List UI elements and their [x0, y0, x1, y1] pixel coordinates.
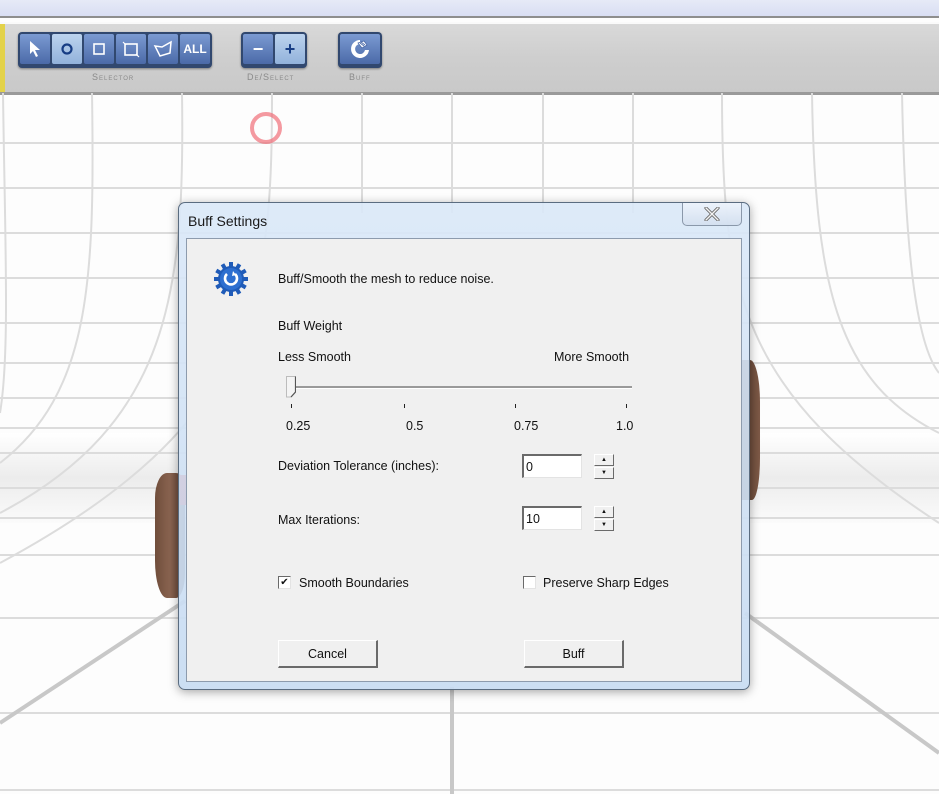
tick-label: 0.5	[406, 419, 424, 433]
spin-down-button[interactable]: ▼	[594, 467, 614, 479]
square-select-button[interactable]	[84, 34, 114, 64]
toolbar-accent	[0, 24, 5, 92]
checkmark-icon: ✔	[280, 576, 289, 588]
preserve-sharp-edges-checkbox[interactable]	[523, 576, 536, 589]
buff-settings-dialog: Buff Settings Buff/Smooth the mesh to re…	[178, 202, 750, 690]
rectangle-select-icon	[122, 41, 140, 58]
selector-group-label: Selector	[92, 72, 135, 82]
slider-tick	[515, 404, 516, 408]
select-all-label: ALL	[183, 42, 207, 56]
brush-cursor	[250, 112, 282, 144]
deselect-group: − +	[241, 32, 307, 68]
slider-tick	[626, 404, 627, 408]
deselect-group-label: De/Select	[247, 72, 295, 82]
circle-select-icon	[61, 43, 73, 55]
preserve-sharp-edges-label[interactable]: Preserve Sharp Edges	[543, 576, 669, 590]
spin-down-button[interactable]: ▼	[594, 519, 614, 531]
dialog-description: Buff/Smooth the mesh to reduce noise.	[278, 272, 494, 286]
deviation-tolerance-label: Deviation Tolerance (inches):	[278, 459, 439, 473]
tick-label: 0.25	[286, 419, 311, 433]
slider-tick	[291, 404, 292, 408]
spin-up-button[interactable]: ▲	[594, 454, 614, 466]
slider-tick	[404, 404, 405, 408]
dialog-title: Buff Settings	[188, 213, 268, 229]
smooth-boundaries-label[interactable]: Smooth Boundaries	[299, 576, 409, 590]
cancel-button[interactable]: Cancel	[278, 640, 378, 668]
dialog-client-area: Buff/Smooth the mesh to reduce noise. Bu…	[186, 238, 742, 682]
plus-icon: +	[284, 38, 296, 59]
window-title-strip	[0, 0, 939, 18]
buff-group-label: Buff	[349, 72, 371, 82]
max-iterations-input[interactable]	[522, 506, 582, 530]
buff-weight-label: Buff Weight	[278, 319, 343, 333]
gear-refresh-icon	[214, 262, 248, 296]
spin-up-button[interactable]: ▲	[594, 506, 614, 518]
minus-icon: −	[252, 38, 264, 59]
max-iterations-spinner[interactable]: ▲ ▼	[594, 506, 614, 532]
buff-group	[338, 32, 382, 68]
slider-thumb[interactable]	[286, 376, 296, 398]
dialog-close-button[interactable]	[682, 203, 742, 226]
selector-group: ALL	[18, 32, 212, 68]
less-smooth-label: Less Smooth	[278, 350, 351, 364]
select-all-button[interactable]: ALL	[180, 34, 210, 64]
rectangle-select-button[interactable]	[116, 34, 146, 64]
toolbar: ALL Selector − + De/Select Buff	[0, 22, 939, 95]
polygon-select-button[interactable]	[148, 34, 178, 64]
buff-button[interactable]: Buff	[524, 640, 624, 668]
select-plus-button[interactable]: +	[275, 34, 305, 64]
buff-tool-button[interactable]	[340, 34, 380, 64]
deviation-tolerance-spinner[interactable]: ▲ ▼	[594, 454, 614, 480]
pointer-tool-button[interactable]	[20, 34, 50, 64]
max-iterations-label: Max Iterations:	[278, 513, 360, 527]
tick-label: 0.75	[514, 419, 539, 433]
more-smooth-label: More Smooth	[554, 350, 630, 364]
arrow-pointer-icon	[30, 41, 40, 57]
tick-label: 1.0	[616, 419, 634, 433]
polygon-select-icon	[153, 40, 172, 57]
buff-tool-icon	[351, 40, 369, 58]
close-icon	[704, 207, 720, 221]
slider-track[interactable]	[295, 386, 632, 389]
circle-select-button[interactable]	[52, 34, 82, 64]
deviation-tolerance-input[interactable]	[522, 454, 582, 478]
square-select-icon	[93, 43, 105, 55]
smooth-boundaries-checkbox[interactable]: ✔	[278, 576, 291, 589]
deselect-minus-button[interactable]: −	[243, 34, 273, 64]
